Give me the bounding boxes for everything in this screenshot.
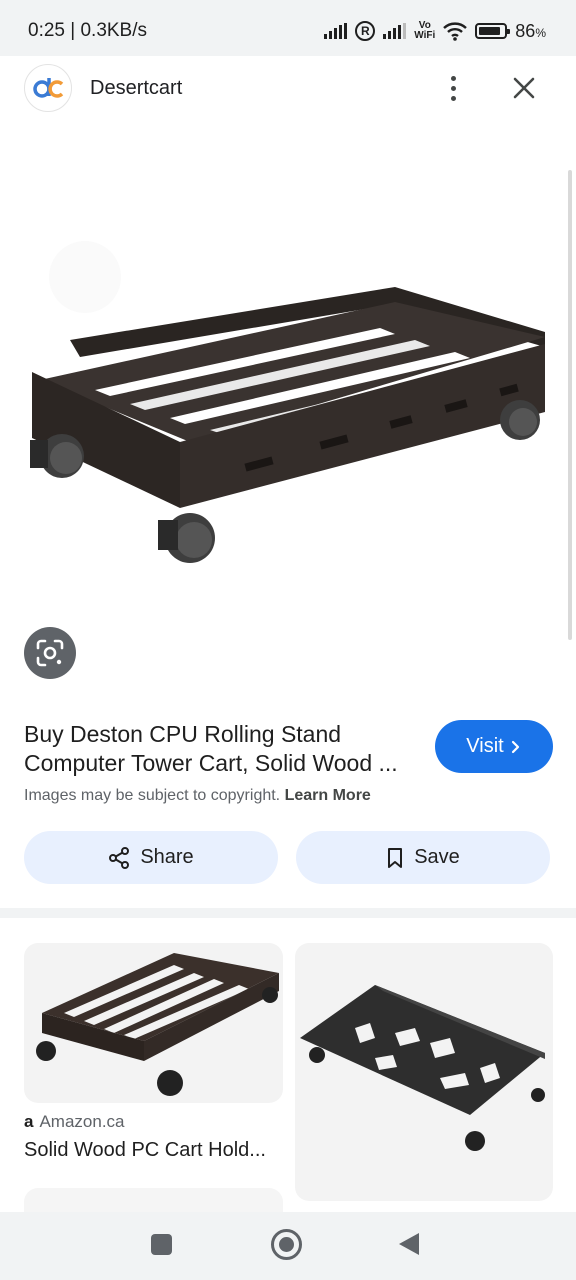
- related-title-1[interactable]: Solid Wood PC Cart Hold...: [24, 1139, 274, 1162]
- copyright-text: Images may be subject to copyright.: [24, 787, 281, 804]
- related-image-3[interactable]: [24, 1188, 283, 1212]
- image-viewer-header: Desertcart: [0, 56, 576, 122]
- share-label: Share: [140, 846, 194, 868]
- learn-more-link[interactable]: Learn More: [285, 787, 371, 804]
- status-time: 0:25 | 0.3KB/s: [28, 20, 148, 41]
- roaming-icon: R: [355, 21, 376, 41]
- product-photo: [30, 241, 545, 563]
- wifi-icon: [443, 22, 468, 41]
- vowifi-icon: Vo WiFi: [414, 21, 435, 41]
- related-photo-1: [36, 953, 279, 1096]
- cell-signal-icon: [324, 23, 348, 39]
- system-navigation-bar: [0, 1212, 576, 1280]
- chevron-right-icon: [511, 740, 519, 753]
- battery-percent-unit: %: [535, 25, 546, 40]
- site-logo[interactable]: [24, 64, 72, 112]
- bookmark-icon: [388, 847, 403, 868]
- home-button[interactable]: [271, 1229, 302, 1260]
- status-bar: 0:25 | 0.3KB/s R Vo WiFi 86%: [0, 0, 576, 56]
- amazon-logo-icon: a: [24, 1112, 34, 1131]
- related-photo-2: [300, 985, 545, 1151]
- close-icon[interactable]: [508, 72, 540, 104]
- cell-signal-icon-2: [383, 23, 407, 39]
- visit-button[interactable]: Visit: [435, 720, 553, 773]
- home-icon: [279, 1237, 294, 1252]
- result-title-line-2: Computer Tower Cart, Solid Wood ...: [24, 750, 398, 776]
- save-button[interactable]: Save: [296, 831, 550, 884]
- share-button[interactable]: Share: [24, 831, 278, 884]
- copyright-notice: Images may be subject to copyright. Lear…: [24, 787, 371, 805]
- google-lens-button[interactable]: [24, 627, 76, 679]
- site-name[interactable]: Desertcart: [90, 77, 182, 100]
- save-label: Save: [414, 846, 460, 868]
- vowifi-label-bottom: WiFi: [414, 30, 436, 41]
- status-icons: R Vo WiFi 86%: [324, 18, 546, 44]
- related-image-1[interactable]: [24, 943, 283, 1103]
- back-button[interactable]: [399, 1233, 419, 1255]
- related-source-1[interactable]: a Amazon.ca: [24, 1112, 125, 1132]
- related-source-name: Amazon.ca: [39, 1112, 125, 1131]
- desertcart-logo-icon: [33, 78, 64, 98]
- battery-icon: [475, 23, 511, 39]
- result-title[interactable]: Buy Deston CPU Rolling Stand Computer To…: [24, 720, 424, 778]
- battery-percent: 86%: [515, 21, 546, 42]
- battery-fill: [479, 27, 500, 35]
- related-image-2[interactable]: [295, 943, 553, 1201]
- scrollbar[interactable]: [568, 170, 572, 640]
- share-icon: [109, 846, 130, 869]
- battery-percent-value: 86: [515, 20, 536, 41]
- google-lens-icon: [36, 639, 64, 667]
- main-product-image[interactable]: [0, 122, 576, 640]
- result-title-line-1: Buy Deston CPU Rolling Stand: [24, 721, 342, 747]
- recent-apps-button[interactable]: [151, 1234, 172, 1255]
- more-vert-icon[interactable]: [438, 72, 468, 104]
- section-divider: [0, 908, 576, 918]
- visit-label: Visit: [466, 735, 504, 757]
